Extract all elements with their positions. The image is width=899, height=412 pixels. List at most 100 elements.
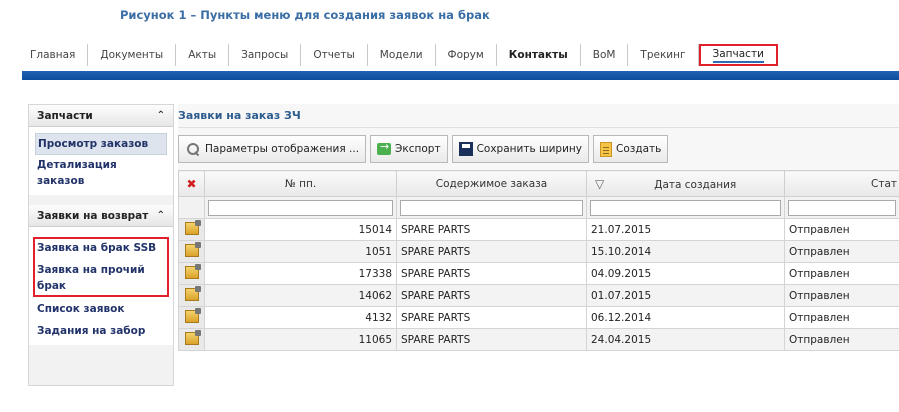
filter-input-number[interactable] [208,199,393,216]
nav-item-label: BoM [592,49,616,61]
order-icon[interactable] [184,263,201,279]
collapse-icon[interactable]: ⌃ [157,110,165,121]
filter-input-date[interactable] [590,199,781,216]
column-header-date[interactable]: ▽ Дата создания [586,170,785,197]
cell-date: 01.07.2015 [586,284,785,307]
nav-item-models[interactable]: Модели [368,44,436,66]
nav-item-label: Акты [188,49,217,61]
cell-number: 14062 [204,284,397,307]
display-params-button[interactable]: Параметры отображения ... [178,135,367,163]
column-header-label: Дата создания [654,178,737,191]
order-icon[interactable] [184,329,201,345]
sidebar: Запчасти ⌃ Просмотр заказов Детализация … [28,104,174,386]
table-row[interactable]: 14062 SPARE PARTS 01.07.2015 Отправлен [178,284,899,307]
sidebar-item-pickup-tasks[interactable]: Задания на забор [37,323,165,339]
cell-content: SPARE PARTS [396,328,587,351]
export-button[interactable]: Экспорт [370,135,448,163]
cell-number: 17338 [204,262,397,285]
clear-filter-icon[interactable]: ✖ [186,177,196,191]
nav-item-label: Главная [30,49,76,61]
nav-item-acts[interactable]: Акты [176,44,230,66]
nav-item-label: Отчеты [313,49,355,61]
nav-item-spare-parts[interactable]: Запчасти [698,44,778,66]
order-icon[interactable] [184,285,201,301]
filter-icon[interactable]: ▽ [595,177,604,191]
cell-content: SPARE PARTS [396,218,587,241]
clear-filter-header[interactable]: ✖ [178,170,205,197]
save-width-button[interactable]: Сохранить ширину [451,135,589,163]
nav-item-reports[interactable]: Отчеты [301,44,368,66]
nav-item-label: Форум [447,49,484,61]
nav-item-documents[interactable]: Документы [88,44,177,66]
order-icon[interactable] [184,219,201,235]
cell-number: 1051 [204,240,397,263]
cell-date: 21.07.2015 [586,218,785,241]
nav-item-forum[interactable]: Форум [436,44,497,66]
button-label: Экспорт [395,143,441,155]
nav-item-tracking[interactable]: Трекинг [628,44,699,66]
filter-input-status[interactable] [788,199,896,216]
row-icon-cell[interactable] [178,262,205,285]
top-navigation: Главная Документы Акты Запросы Отчеты Мо… [22,40,899,70]
cell-content: SPARE PARTS [396,306,587,329]
cell-status: Отправлен [784,218,899,241]
row-icon-cell[interactable] [178,284,205,307]
cell-date: 04.09.2015 [586,262,785,285]
sidebar-item-view-orders[interactable]: Просмотр заказов [35,133,167,155]
sidebar-section-title: Запчасти [37,109,93,122]
table-row[interactable]: 15014 SPARE PARTS 21.07.2015 Отправлен [178,218,899,241]
nav-item-bom[interactable]: BoM [581,44,629,66]
table-row[interactable]: 11065 SPARE PARTS 24.04.2015 Отправлен [178,328,899,351]
row-icon-cell[interactable] [178,306,205,329]
filter-input-content[interactable] [400,199,583,216]
sidebar-section-body: Просмотр заказов Детализация заказов [29,127,173,195]
cell-date: 06.12.2014 [586,306,785,329]
cell-number: 11065 [204,328,397,351]
cell-date: 15.10.2014 [586,240,785,263]
row-icon-cell[interactable] [178,218,205,241]
table-row[interactable]: 17338 SPARE PARTS 04.09.2015 Отправлен [178,262,899,285]
filter-cell [784,196,899,219]
order-icon[interactable] [184,307,201,323]
filter-cell [178,196,205,219]
button-label: Сохранить ширину [476,143,582,155]
nav-item-label: Запросы [241,49,289,61]
column-header-status[interactable]: Стат [784,170,899,197]
cell-date: 24.04.2015 [586,328,785,351]
page-title: Заявки на заказ ЗЧ [178,104,899,128]
create-button[interactable]: Создать [592,135,669,163]
nav-accent-bar [22,71,899,80]
cell-content: SPARE PARTS [396,262,587,285]
sidebar-section-header[interactable]: Запчасти ⌃ [29,105,173,127]
cell-content: SPARE PARTS [396,284,587,307]
sidebar-item-ssb-defect[interactable]: Заявка на брак SSB [37,240,165,256]
column-header-number[interactable]: № пп. [204,170,397,197]
column-header-content[interactable]: Содержимое заказа [396,170,587,197]
export-icon [377,140,392,155]
cell-status: Отправлен [784,240,899,263]
sidebar-section-header[interactable]: Заявки на возврат ⌃ [29,205,173,227]
table-row[interactable]: 1051 SPARE PARTS 15.10.2014 Отправлен [178,240,899,263]
sidebar-item-request-list[interactable]: Список заявок [37,301,165,317]
nav-item-contacts[interactable]: Контакты [497,44,581,66]
sidebar-section-title: Заявки на возврат [37,209,149,222]
nav-item-home[interactable]: Главная [22,44,89,66]
order-icon[interactable] [184,241,201,257]
table-row[interactable]: 4132 SPARE PARTS 06.12.2014 Отправлен [178,306,899,329]
filter-cell [396,196,587,219]
nav-item-label: Запчасти [712,48,764,63]
row-icon-cell[interactable] [178,240,205,263]
filter-cell [586,196,785,219]
collapse-icon[interactable]: ⌃ [157,210,165,221]
table-header: ✖ № пп. Содержимое заказа ▽ Дата создания… [178,170,899,197]
button-label: Параметры отображения ... [205,143,360,155]
nav-item-requests[interactable]: Запросы [229,44,302,66]
cell-status: Отправлен [784,284,899,307]
row-icon-cell[interactable] [178,328,205,351]
sidebar-item-order-details[interactable]: Детализация заказов [37,157,165,189]
save-icon [458,142,473,156]
main-content: Заявки на заказ ЗЧ Параметры отображения… [178,104,899,412]
orders-table: ✖ № пп. Содержимое заказа ▽ Дата создания… [178,170,899,351]
sidebar-item-other-defect[interactable]: Заявка на прочий брак [37,262,147,294]
cell-number: 15014 [204,218,397,241]
